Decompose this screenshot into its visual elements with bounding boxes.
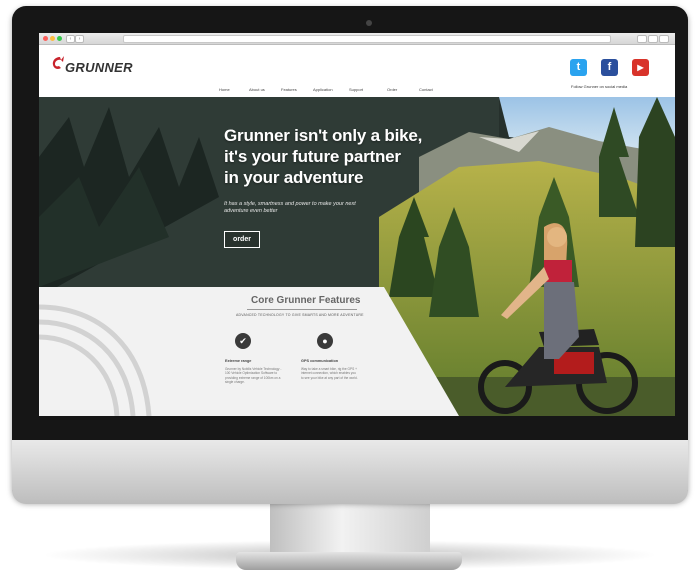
- nav-item-home[interactable]: Home: [219, 87, 230, 92]
- minimize-window-icon[interactable]: [50, 36, 55, 41]
- hero-headline: Grunner isn't only a bike, it's your fut…: [224, 125, 444, 188]
- follow-social-text: Follow Grunner on social media: [571, 84, 628, 89]
- monitor-stand-neck: [270, 504, 430, 556]
- hero-tagline: It has a style, smartness and power to m…: [224, 201, 356, 214]
- hero-headline-line-3: in your adventure: [224, 168, 364, 187]
- features-divider: [247, 309, 357, 310]
- screen: ‹ › GRUNNER t f ▶ Follow Grunner on soci…: [39, 33, 675, 416]
- features-title: Core Grunner Features: [251, 295, 361, 306]
- camera-icon: [366, 20, 372, 26]
- facebook-icon[interactable]: f: [601, 59, 618, 76]
- nav-item-features[interactable]: Features: [281, 87, 297, 92]
- back-arrow-icon[interactable]: ‹: [66, 35, 75, 43]
- nav-item-support[interactable]: Support: [349, 87, 363, 92]
- features-subtitle: ADVANCED TECHNOLOGY TO GIVE SMARTS AND M…: [236, 313, 364, 317]
- location-pin-icon: ●: [317, 333, 333, 349]
- address-bar[interactable]: [123, 35, 611, 43]
- feature-name-gps: GPS communication: [301, 359, 339, 363]
- share-icon[interactable]: [637, 35, 647, 43]
- site-header: GRUNNER t f ▶ Follow Grunner on social m…: [39, 45, 675, 97]
- order-button[interactable]: order: [224, 231, 260, 248]
- hero-headline-line-2: it's your future partner: [224, 147, 401, 166]
- nav-item-order[interactable]: Order: [387, 87, 397, 92]
- maximize-window-icon[interactable]: [57, 36, 62, 41]
- grunner-logo-mark-icon: [52, 56, 64, 69]
- logo-text: GRUNNER: [65, 60, 133, 75]
- nav-item-about[interactable]: About us: [249, 87, 265, 92]
- tabs-icon[interactable]: [648, 35, 658, 43]
- gauge-icon: ✔: [235, 333, 251, 349]
- monitor-stand-base: [236, 552, 462, 570]
- twitter-icon[interactable]: t: [570, 59, 587, 76]
- nav-item-application[interactable]: Application: [313, 87, 333, 92]
- feature-desc-range: Grunner by Nobilis Vehicle Technology - …: [225, 367, 282, 385]
- browser-toolbar: ‹ ›: [39, 33, 675, 45]
- hero-section: Grunner isn't only a bike, it's your fut…: [39, 97, 675, 416]
- youtube-icon[interactable]: ▶: [632, 59, 649, 76]
- monitor-chin: [12, 440, 688, 504]
- hero-headline-line-1: Grunner isn't only a bike,: [224, 126, 423, 145]
- add-tab-icon[interactable]: [659, 35, 669, 43]
- feature-name-range: Extreme range: [225, 359, 252, 363]
- close-window-icon[interactable]: [43, 36, 48, 41]
- nav-item-contact[interactable]: Contact: [419, 87, 433, 92]
- forward-arrow-icon[interactable]: ›: [75, 35, 84, 43]
- feature-desc-gps: Way to take a smart bike, rig the GPS + …: [301, 367, 358, 380]
